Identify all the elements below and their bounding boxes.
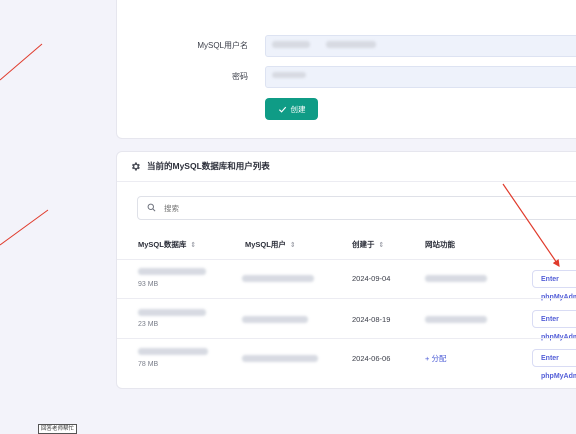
arrow-line xyxy=(0,209,49,246)
arrow-icon xyxy=(502,183,560,267)
annotation-arrows xyxy=(0,43,560,267)
arrow-line xyxy=(0,43,43,81)
